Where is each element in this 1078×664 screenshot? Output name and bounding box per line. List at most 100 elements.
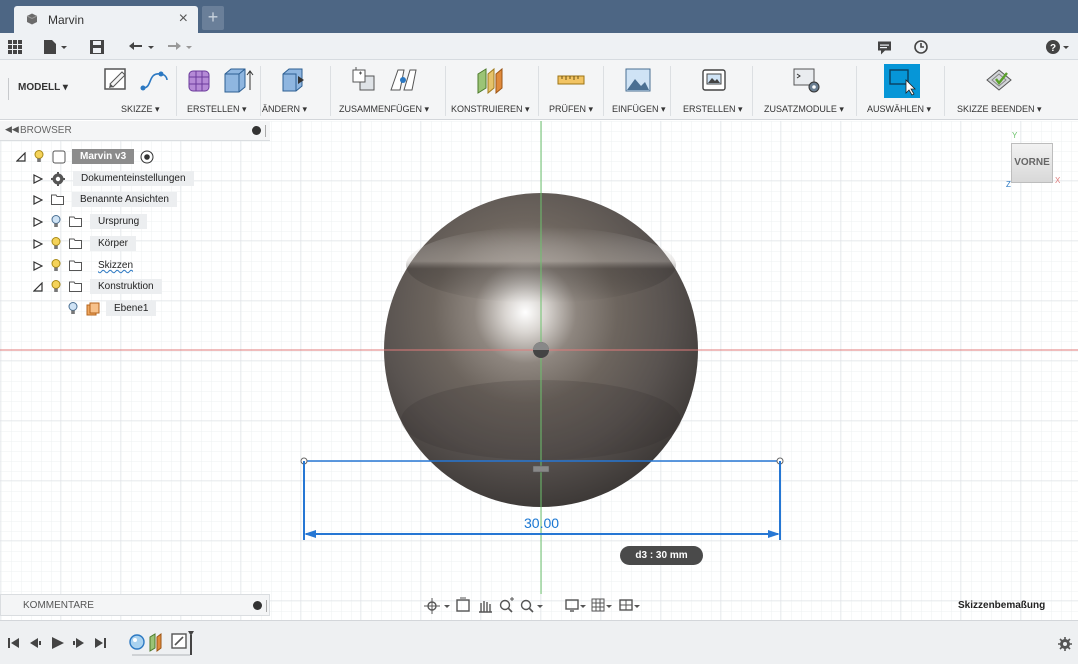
ribbon-group-pruefen[interactable]: PRÜFEN ▾: [549, 104, 593, 115]
orbit-icon[interactable]: [424, 598, 440, 614]
dimension-value-text[interactable]: 30.00: [524, 515, 559, 531]
browser-pin-icon[interactable]: [252, 126, 261, 135]
redo-icon[interactable]: [166, 38, 194, 56]
play-icon[interactable]: [52, 637, 64, 649]
tree-item-dokumenteinstellungen[interactable]: Dokumenteinstellungen: [33, 170, 194, 187]
render-icon[interactable]: [700, 66, 728, 94]
collapsed-triangle-icon[interactable]: [33, 260, 43, 271]
expanded-triangle-icon[interactable]: [16, 151, 26, 162]
collapsed-triangle-icon[interactable]: [33, 216, 43, 227]
visibility-bulb-icon[interactable]: [51, 259, 61, 272]
orbit-dropdown-icon[interactable]: [444, 605, 450, 608]
tree-item-benannte-ansichten[interactable]: Benannte Ansichten: [33, 191, 177, 208]
visibility-bulb-icon[interactable]: [34, 150, 44, 163]
viewcube[interactable]: Y VORNE X Z: [1006, 131, 1066, 195]
new-component-icon[interactable]: [350, 66, 378, 94]
fit-icon[interactable]: [520, 599, 534, 613]
tree-item-koerper[interactable]: Körper: [33, 235, 137, 252]
browser-resize-handle[interactable]: [265, 125, 266, 137]
document-tab-bar: Marvin × +: [0, 0, 1078, 33]
select-icon[interactable]: [884, 64, 920, 98]
document-icon: [26, 13, 38, 25]
document-tab[interactable]: Marvin ×: [14, 6, 198, 33]
visibility-bulb-icon[interactable]: [51, 280, 61, 293]
zoom-icon[interactable]: [499, 597, 515, 613]
ribbon-group-konstruieren[interactable]: KONSTRUIEREN ▾: [451, 104, 530, 115]
ribbon-group-skizze-beenden[interactable]: SKIZZE BEENDEN ▾: [957, 104, 1042, 115]
tree-root-row[interactable]: Marvin v3: [16, 148, 154, 165]
measure-icon[interactable]: [556, 66, 586, 94]
browser-title: BROWSER: [20, 125, 72, 136]
ribbon-group-einfuegen[interactable]: EINFÜGEN ▾: [612, 104, 666, 115]
display-settings-icon[interactable]: [565, 599, 579, 612]
form-box-icon[interactable]: [186, 66, 214, 94]
press-pull-icon[interactable]: [280, 66, 306, 94]
spline-icon[interactable]: [139, 66, 171, 92]
dimension-tooltip: d3 : 30 mm: [620, 546, 703, 565]
scripts-addins-icon[interactable]: [792, 66, 822, 94]
collapsed-triangle-icon[interactable]: [33, 194, 43, 205]
new-tab-button[interactable]: +: [202, 6, 224, 30]
viewcube-front-face[interactable]: VORNE: [1011, 143, 1053, 183]
viewports-icon[interactable]: [619, 599, 633, 611]
comments-resize-handle[interactable]: [266, 600, 267, 612]
ribbon-group-auswaehlen[interactable]: AUSWÄHLEN ▾: [867, 104, 931, 115]
tree-item-konstruktion[interactable]: Konstruktion: [33, 278, 162, 295]
joint-icon[interactable]: [388, 66, 420, 94]
svg-text:?: ?: [1050, 43, 1056, 54]
go-to-start-icon[interactable]: [8, 638, 19, 648]
pan-hand-icon[interactable]: [479, 601, 492, 613]
collapsed-triangle-icon[interactable]: [33, 238, 43, 249]
timeline-sphere-feature-icon[interactable]: [129, 634, 145, 650]
timeline-marker[interactable]: [190, 635, 192, 655]
file-menu-icon[interactable]: [44, 38, 68, 56]
history-icon[interactable]: [914, 38, 928, 56]
horizontal-constraint-icon[interactable]: [532, 465, 550, 473]
ribbon-group-erstellen[interactable]: ERSTELLEN ▾: [187, 104, 247, 115]
ribbon-group-aendern[interactable]: ÄNDERN ▾: [262, 104, 307, 115]
extrude-icon[interactable]: [222, 66, 254, 94]
visibility-bulb-off-icon[interactable]: [68, 302, 78, 315]
ribbon-group-skizze[interactable]: SKIZZE ▾: [121, 104, 160, 115]
zoom-dropdown-icon[interactable]: [537, 605, 543, 608]
visibility-bulb-off-icon[interactable]: [51, 215, 61, 228]
step-back-icon[interactable]: [30, 638, 41, 648]
add-comment-icon[interactable]: [253, 601, 262, 610]
visibility-bulb-icon[interactable]: [51, 237, 61, 250]
grid-settings-icon[interactable]: [591, 598, 605, 612]
browser-panel-header[interactable]: ◀◀ BROWSER: [0, 121, 270, 141]
timeline-plane-feature-icon[interactable]: [149, 633, 162, 652]
collapse-browser-icon[interactable]: ◀◀: [5, 124, 19, 135]
comments-panel[interactable]: KOMMENTARE: [0, 594, 270, 616]
go-to-end-icon[interactable]: [95, 638, 106, 648]
tree-item-skizzen[interactable]: Skizzen: [33, 257, 141, 274]
tree-item-ebene1[interactable]: Ebene1: [68, 300, 157, 317]
tree-root-label[interactable]: Marvin v3: [72, 149, 135, 164]
stop-sketch-icon[interactable]: [984, 66, 1014, 94]
timeline-sketch-feature-icon[interactable]: [171, 633, 187, 649]
workspace-mode-dropdown[interactable]: MODELL ▾: [18, 82, 68, 93]
notifications-icon[interactable]: [878, 39, 892, 57]
step-forward-icon[interactable]: [73, 638, 84, 648]
expanded-triangle-icon[interactable]: [33, 281, 43, 292]
collapsed-triangle-icon[interactable]: [33, 173, 43, 184]
grid-dropdown-icon[interactable]: [606, 605, 612, 608]
close-tab-icon[interactable]: ×: [179, 10, 188, 28]
look-at-icon[interactable]: [456, 597, 470, 612]
ribbon-group-zusatzmodule[interactable]: ZUSATZMODULE ▾: [764, 104, 844, 115]
display-dropdown-icon[interactable]: [580, 605, 586, 608]
help-icon[interactable]: ?: [1046, 38, 1070, 56]
undo-icon[interactable]: [128, 38, 156, 56]
tree-item-ursprung[interactable]: Ursprung: [33, 213, 148, 230]
activate-radio-icon[interactable]: [140, 150, 154, 164]
app-grid-icon[interactable]: [8, 38, 22, 56]
active-command-label: Skizzenbemaßung: [958, 600, 1046, 611]
timeline-settings-icon[interactable]: [1058, 637, 1072, 651]
insert-image-icon[interactable]: [624, 66, 652, 94]
ribbon-group-zusammenfuegen[interactable]: ZUSAMMENFÜGEN ▾: [339, 104, 429, 115]
save-icon[interactable]: [90, 38, 104, 56]
viewports-dropdown-icon[interactable]: [634, 605, 640, 608]
create-sketch-icon[interactable]: [104, 66, 130, 92]
offset-plane-icon[interactable]: [474, 66, 506, 94]
ribbon-group-erstellen-2[interactable]: ERSTELLEN ▾: [683, 104, 743, 115]
